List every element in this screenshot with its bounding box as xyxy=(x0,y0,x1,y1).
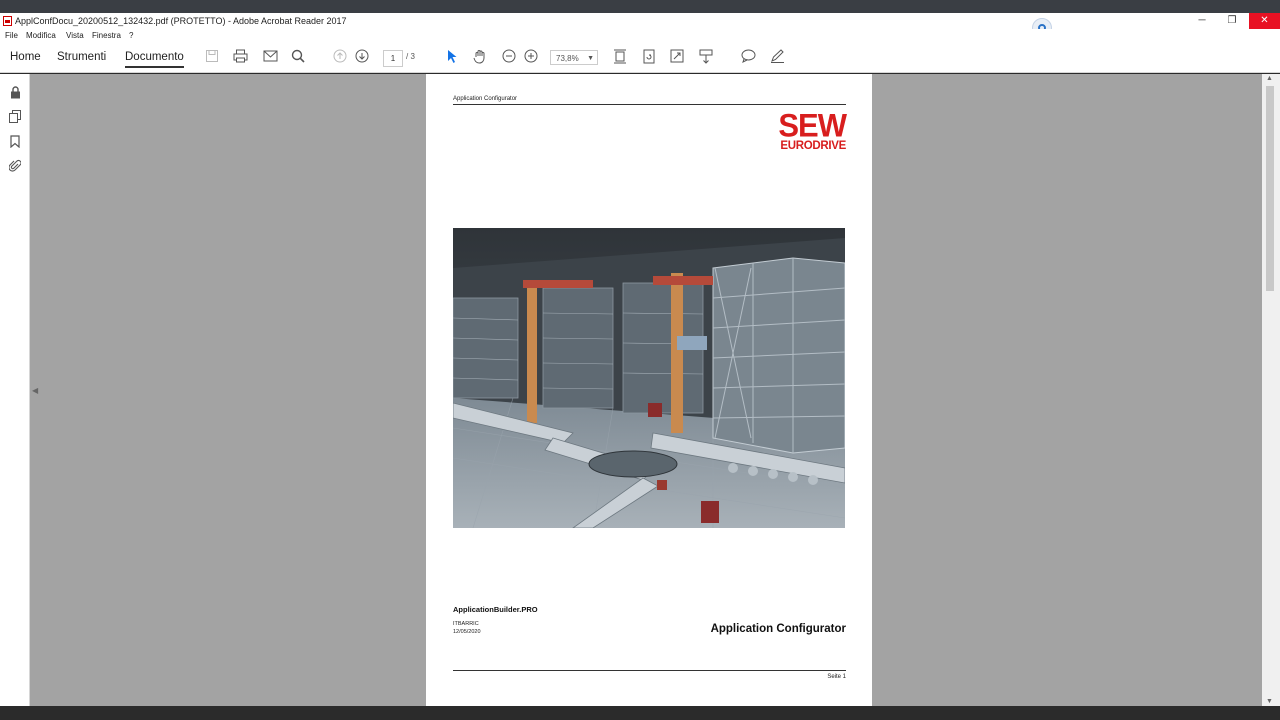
minimize-button[interactable]: ─ xyxy=(1189,13,1215,29)
navigation-pane xyxy=(0,74,30,706)
hand-icon[interactable] xyxy=(471,49,489,67)
document-date: 12/05/2020 xyxy=(453,629,481,635)
pen-icon[interactable] xyxy=(768,49,786,67)
author-code: ITBARRIC xyxy=(453,621,479,627)
scroll-down-icon[interactable]: ▼ xyxy=(1266,698,1273,705)
tab-tools[interactable]: Strumenti xyxy=(57,51,106,63)
fullscreen-icon[interactable] xyxy=(668,49,686,67)
lock-icon[interactable] xyxy=(8,86,22,100)
os-top-strip xyxy=(0,0,1280,13)
scroll-up-icon[interactable]: ▲ xyxy=(1266,75,1273,82)
page-total: / 3 xyxy=(406,52,415,61)
pages-icon[interactable] xyxy=(8,110,22,124)
zoom-out-icon[interactable] xyxy=(500,49,518,67)
window-title: ApplConfDocu_20200512_132432.pdf (PROTET… xyxy=(15,16,347,26)
tab-document[interactable]: Documento xyxy=(125,51,184,68)
search-icon[interactable] xyxy=(289,49,307,67)
bookmark-icon[interactable] xyxy=(8,135,22,149)
main-toolbar: Home Strumenti Documento xyxy=(0,43,1280,73)
footer-rule xyxy=(453,670,846,671)
chevron-down-icon: ▼ xyxy=(587,55,594,62)
menu-modifica[interactable]: Modifica xyxy=(26,31,56,40)
menu-vista[interactable]: Vista xyxy=(66,31,84,40)
mail-icon[interactable] xyxy=(261,49,279,67)
window-titlebar: ApplConfDocu_20200512_132432.pdf (PROTET… xyxy=(0,13,1280,29)
scroll-mode-icon[interactable] xyxy=(697,49,715,67)
menu-help[interactable]: ? xyxy=(129,31,133,40)
os-bottom-strip xyxy=(0,706,1280,720)
warehouse-render-image xyxy=(453,228,845,528)
page-label: Seite 1 xyxy=(827,674,846,680)
menu-bar: File Modifica Vista Finestra ? xyxy=(0,29,1280,43)
page-number-input[interactable]: 1 xyxy=(383,50,403,67)
arrow-up-circle-icon[interactable] xyxy=(331,49,349,67)
brand-logo: SEW EURODRIVE xyxy=(756,107,847,152)
save-icon[interactable] xyxy=(203,49,221,67)
header-rule xyxy=(453,104,846,105)
attachment-icon[interactable] xyxy=(8,159,22,173)
arrow-down-circle-icon[interactable] xyxy=(353,49,371,67)
comment-icon[interactable] xyxy=(739,49,757,67)
collapse-left-icon[interactable]: ◀ xyxy=(32,386,38,395)
pdf-file-icon xyxy=(3,16,12,26)
menu-file[interactable]: File xyxy=(5,31,18,40)
restore-button[interactable]: ❐ xyxy=(1219,13,1245,29)
product-name: ApplicationBuilder.PRO xyxy=(453,605,538,614)
logo-wordmark-top: SEW xyxy=(778,107,847,144)
fit-page-icon[interactable] xyxy=(611,49,629,67)
tab-home[interactable]: Home xyxy=(10,51,41,63)
zoom-value: 73,8% xyxy=(556,54,579,63)
menu-finestra[interactable]: Finestra xyxy=(92,31,121,40)
rotate-icon[interactable] xyxy=(640,49,658,67)
vertical-scrollbar[interactable]: ▲ ▼ xyxy=(1262,74,1280,706)
document-title: Application Configurator xyxy=(710,623,846,635)
zoom-select[interactable]: 73,8% ▼ xyxy=(550,50,598,65)
zoom-in-icon[interactable] xyxy=(522,49,540,67)
pointer-icon[interactable] xyxy=(443,49,461,67)
page-header: Application Configurator xyxy=(453,96,518,102)
close-button[interactable]: ✕ xyxy=(1249,13,1280,29)
scrollbar-thumb[interactable] xyxy=(1266,86,1274,291)
pdf-page: Application Configurator SEW EURODRIVE A… xyxy=(426,74,872,706)
print-icon[interactable] xyxy=(231,49,249,67)
